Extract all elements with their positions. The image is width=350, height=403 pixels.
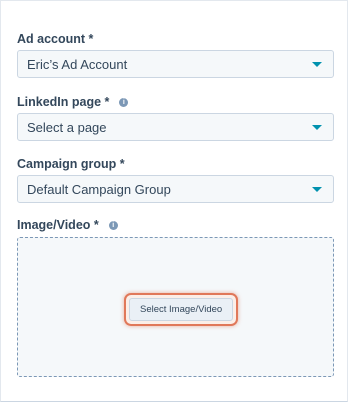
image-video-label-text: Image/Video * bbox=[17, 218, 99, 232]
chevron-down-icon bbox=[312, 125, 322, 130]
image-video-label: Image/Video * i bbox=[17, 218, 118, 232]
linkedin-page-select[interactable]: Select a page bbox=[17, 113, 334, 141]
select-image-video-button[interactable]: Select Image/Video bbox=[129, 298, 234, 321]
campaign-group-label-text: Campaign group * bbox=[17, 157, 125, 171]
info-icon[interactable]: i bbox=[119, 97, 129, 107]
linkedin-page-value: Select a page bbox=[27, 119, 107, 135]
ad-account-label: Ad account * bbox=[17, 32, 93, 46]
linkedin-page-label-text: LinkedIn page * bbox=[17, 95, 110, 109]
chevron-down-icon bbox=[312, 62, 322, 67]
select-image-video-highlight: Select Image/Video bbox=[124, 293, 239, 326]
ad-form-panel: Ad account * Eric’s Ad Account LinkedIn … bbox=[0, 0, 348, 402]
linkedin-page-label: LinkedIn page * i bbox=[17, 95, 129, 109]
campaign-group-label: Campaign group * bbox=[17, 157, 125, 171]
info-icon[interactable]: i bbox=[108, 220, 118, 230]
ad-account-value: Eric’s Ad Account bbox=[27, 56, 128, 72]
campaign-group-select[interactable]: Default Campaign Group bbox=[17, 175, 334, 203]
ad-account-select[interactable]: Eric’s Ad Account bbox=[17, 50, 334, 78]
ad-account-label-text: Ad account * bbox=[17, 32, 94, 46]
image-video-dropzone[interactable]: Select Image/Video bbox=[17, 237, 334, 377]
campaign-group-value: Default Campaign Group bbox=[27, 181, 171, 197]
chevron-down-icon bbox=[312, 187, 322, 192]
